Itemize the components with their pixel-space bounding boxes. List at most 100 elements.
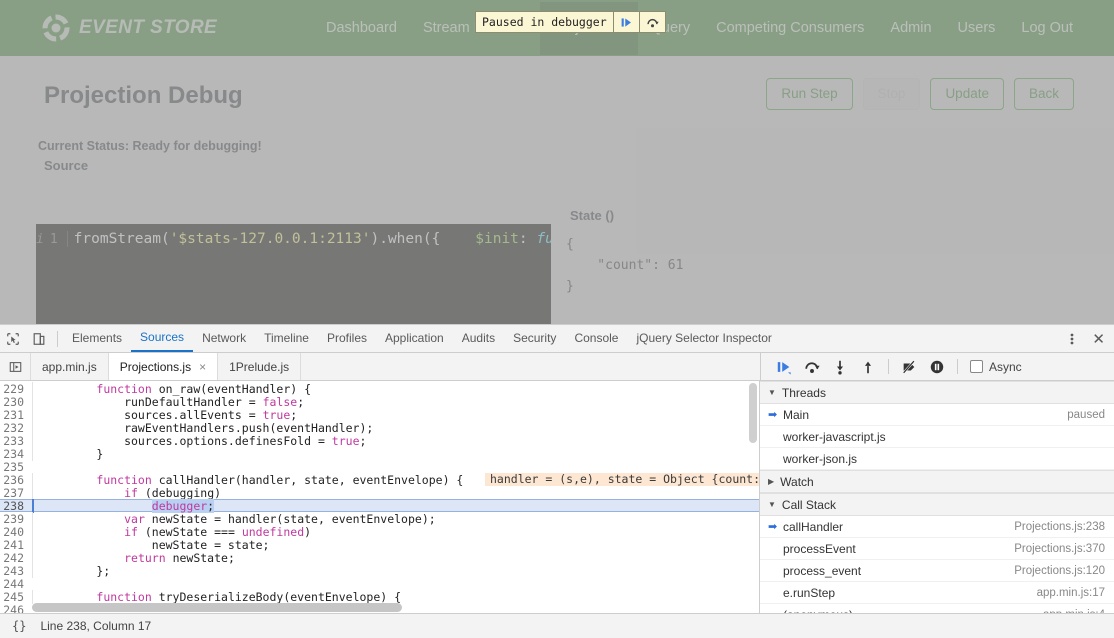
deactivate-breakpoints-icon[interactable] <box>895 354 923 380</box>
watch-section-header[interactable]: ▶ Watch <box>760 470 1114 493</box>
code-line: 230 runDefaultHandler = false; <box>0 395 759 408</box>
cursor-position: Line 238, Column 17 <box>40 619 151 633</box>
line-number[interactable]: 231 <box>0 408 32 422</box>
line-number[interactable]: 236 <box>0 473 32 487</box>
tab-security[interactable]: Security <box>504 326 565 351</box>
chevron-down-icon: ▼ <box>768 500 776 509</box>
code-line: 234 } <box>0 447 759 460</box>
pause-on-exceptions-icon[interactable] <box>923 354 951 380</box>
show-navigator-icon[interactable] <box>0 353 31 380</box>
code-text: } <box>32 447 759 461</box>
call-stack-row-name: e.runStep <box>781 586 1037 600</box>
devtools-toolbar: ElementsSourcesNetworkTimelineProfilesAp… <box>0 325 1114 353</box>
pretty-print-icon[interactable]: {} <box>0 619 40 633</box>
line-number[interactable]: 234 <box>0 447 32 461</box>
call-stack-row[interactable]: e.runStepapp.min.js:17 <box>760 582 1114 604</box>
code-vscrollbar-thumb[interactable] <box>749 383 757 443</box>
code-line: 245 function tryDeserializeBody(eventEnv… <box>0 590 759 603</box>
call-stack-row[interactable]: ➡callHandlerProjections.js:238 <box>760 516 1114 538</box>
line-number[interactable]: 244 <box>0 577 32 591</box>
debugger-sidebar: ▼ Threads ➡Mainpausedworker-javascript.j… <box>760 381 1114 616</box>
code-text: runDefaultHandler = false; <box>32 395 759 409</box>
call-stack-row[interactable]: processEventProjections.js:370 <box>760 538 1114 560</box>
thread-row[interactable]: worker-javascript.js <box>760 426 1114 448</box>
banner-resume-icon[interactable] <box>613 12 639 32</box>
call-stack-row[interactable]: process_eventProjections.js:120 <box>760 560 1114 582</box>
banner-step-over-icon[interactable] <box>639 12 665 32</box>
line-number[interactable]: 242 <box>0 551 32 565</box>
call-stack-row-meta: Projections.js:238 <box>1014 521 1105 533</box>
tab-elements[interactable]: Elements <box>63 326 131 351</box>
call-stack-section-header[interactable]: ▼ Call Stack <box>760 493 1114 516</box>
threads-section-header[interactable]: ▼ Threads <box>760 381 1114 404</box>
code-text: sources.allEvents = true; <box>32 408 759 422</box>
tab-application[interactable]: Application <box>376 326 453 351</box>
file-tab-1prelude-js[interactable]: 1Prelude.js <box>218 353 301 380</box>
paused-in-debugger-banner: Paused in debugger <box>475 11 666 33</box>
code-hscrollbar-track[interactable] <box>32 603 746 612</box>
debugger-controls: Async <box>760 353 1114 380</box>
thread-row-name: worker-json.js <box>781 452 1105 466</box>
thread-row-meta: paused <box>1067 409 1105 421</box>
async-toggle[interactable]: Async <box>970 360 1022 374</box>
async-label: Async <box>989 360 1022 374</box>
line-number[interactable]: 230 <box>0 395 32 409</box>
more-options-icon[interactable] <box>1059 326 1085 352</box>
call-stack-row-name: callHandler <box>781 520 1014 534</box>
tab-network[interactable]: Network <box>193 326 255 351</box>
web-page-under-debug: EVENT STORE DashboardStream BrowserProje… <box>0 0 1114 324</box>
line-number[interactable]: 241 <box>0 538 32 552</box>
async-divider <box>957 359 958 374</box>
code-text: }; <box>32 564 759 578</box>
line-number[interactable]: 238 <box>0 499 32 513</box>
line-number[interactable]: 245 <box>0 590 32 604</box>
tab-profiles[interactable]: Profiles <box>318 326 376 351</box>
thread-row[interactable]: worker-json.js <box>760 448 1114 470</box>
tab-audits[interactable]: Audits <box>453 326 504 351</box>
file-tab-label: app.min.js <box>42 360 97 374</box>
devtools-panel: ElementsSourcesNetworkTimelineProfilesAp… <box>0 324 1114 638</box>
code-line: 240 if (newState === undefined) <box>0 525 759 538</box>
file-tab-label: 1Prelude.js <box>229 360 289 374</box>
chevron-down-icon: ▼ <box>768 388 776 397</box>
thread-row[interactable]: ➡Mainpaused <box>760 404 1114 426</box>
code-line: 231 sources.allEvents = true; <box>0 408 759 421</box>
code-text: rawEventHandlers.push(eventHandler); <box>32 421 759 435</box>
line-number[interactable]: 233 <box>0 434 32 448</box>
code-text: function on_raw(eventHandler) { <box>32 382 759 396</box>
line-number[interactable]: 232 <box>0 421 32 435</box>
toggle-device-toolbar-icon[interactable] <box>26 326 52 352</box>
watch-label: Watch <box>780 475 814 489</box>
code-text: debugger; <box>32 499 759 513</box>
step-over-icon[interactable] <box>798 354 826 380</box>
close-devtools-icon[interactable]: ✕ <box>1085 330 1112 348</box>
current-frame-arrow-icon: ➡ <box>768 408 781 421</box>
line-number[interactable]: 235 <box>0 460 32 474</box>
code-line: 229 function on_raw(eventHandler) { <box>0 382 759 395</box>
code-text: if (debugging) <box>32 486 759 500</box>
close-icon[interactable]: × <box>199 360 206 374</box>
line-number[interactable]: 237 <box>0 486 32 500</box>
inspect-element-icon[interactable] <box>0 326 26 352</box>
line-number[interactable]: 243 <box>0 564 32 578</box>
line-number[interactable]: 240 <box>0 525 32 539</box>
step-into-icon[interactable] <box>826 354 854 380</box>
async-checkbox[interactable] <box>970 360 983 373</box>
editor-status-bar: {} Line 238, Column 17 <box>0 613 1114 638</box>
tab-timeline[interactable]: Timeline <box>255 326 318 351</box>
sources-panel-body: 229 function on_raw(eventHandler) {230 r… <box>0 381 1114 616</box>
file-tab-app-min-js[interactable]: app.min.js <box>31 353 109 380</box>
code-line-current: 238 debugger; <box>0 499 759 512</box>
source-code-viewer[interactable]: 229 function on_raw(eventHandler) {230 r… <box>0 381 760 616</box>
resume-script-execution-icon[interactable] <box>770 354 798 380</box>
code-hscrollbar-thumb[interactable] <box>32 603 402 612</box>
tab-jquery-selector-inspector[interactable]: jQuery Selector Inspector <box>627 326 780 351</box>
step-out-icon[interactable] <box>854 354 882 380</box>
line-number[interactable]: 229 <box>0 382 32 396</box>
file-tab-projections-js[interactable]: Projections.js× <box>109 353 218 380</box>
file-tab-bar: app.min.js Projections.js× 1Prelude.js <box>0 353 760 380</box>
tab-console[interactable]: Console <box>565 326 627 351</box>
sources-subtoolbar: app.min.js Projections.js× 1Prelude.js <box>0 353 1114 381</box>
tab-sources[interactable]: Sources <box>131 325 193 352</box>
line-number[interactable]: 239 <box>0 512 32 526</box>
